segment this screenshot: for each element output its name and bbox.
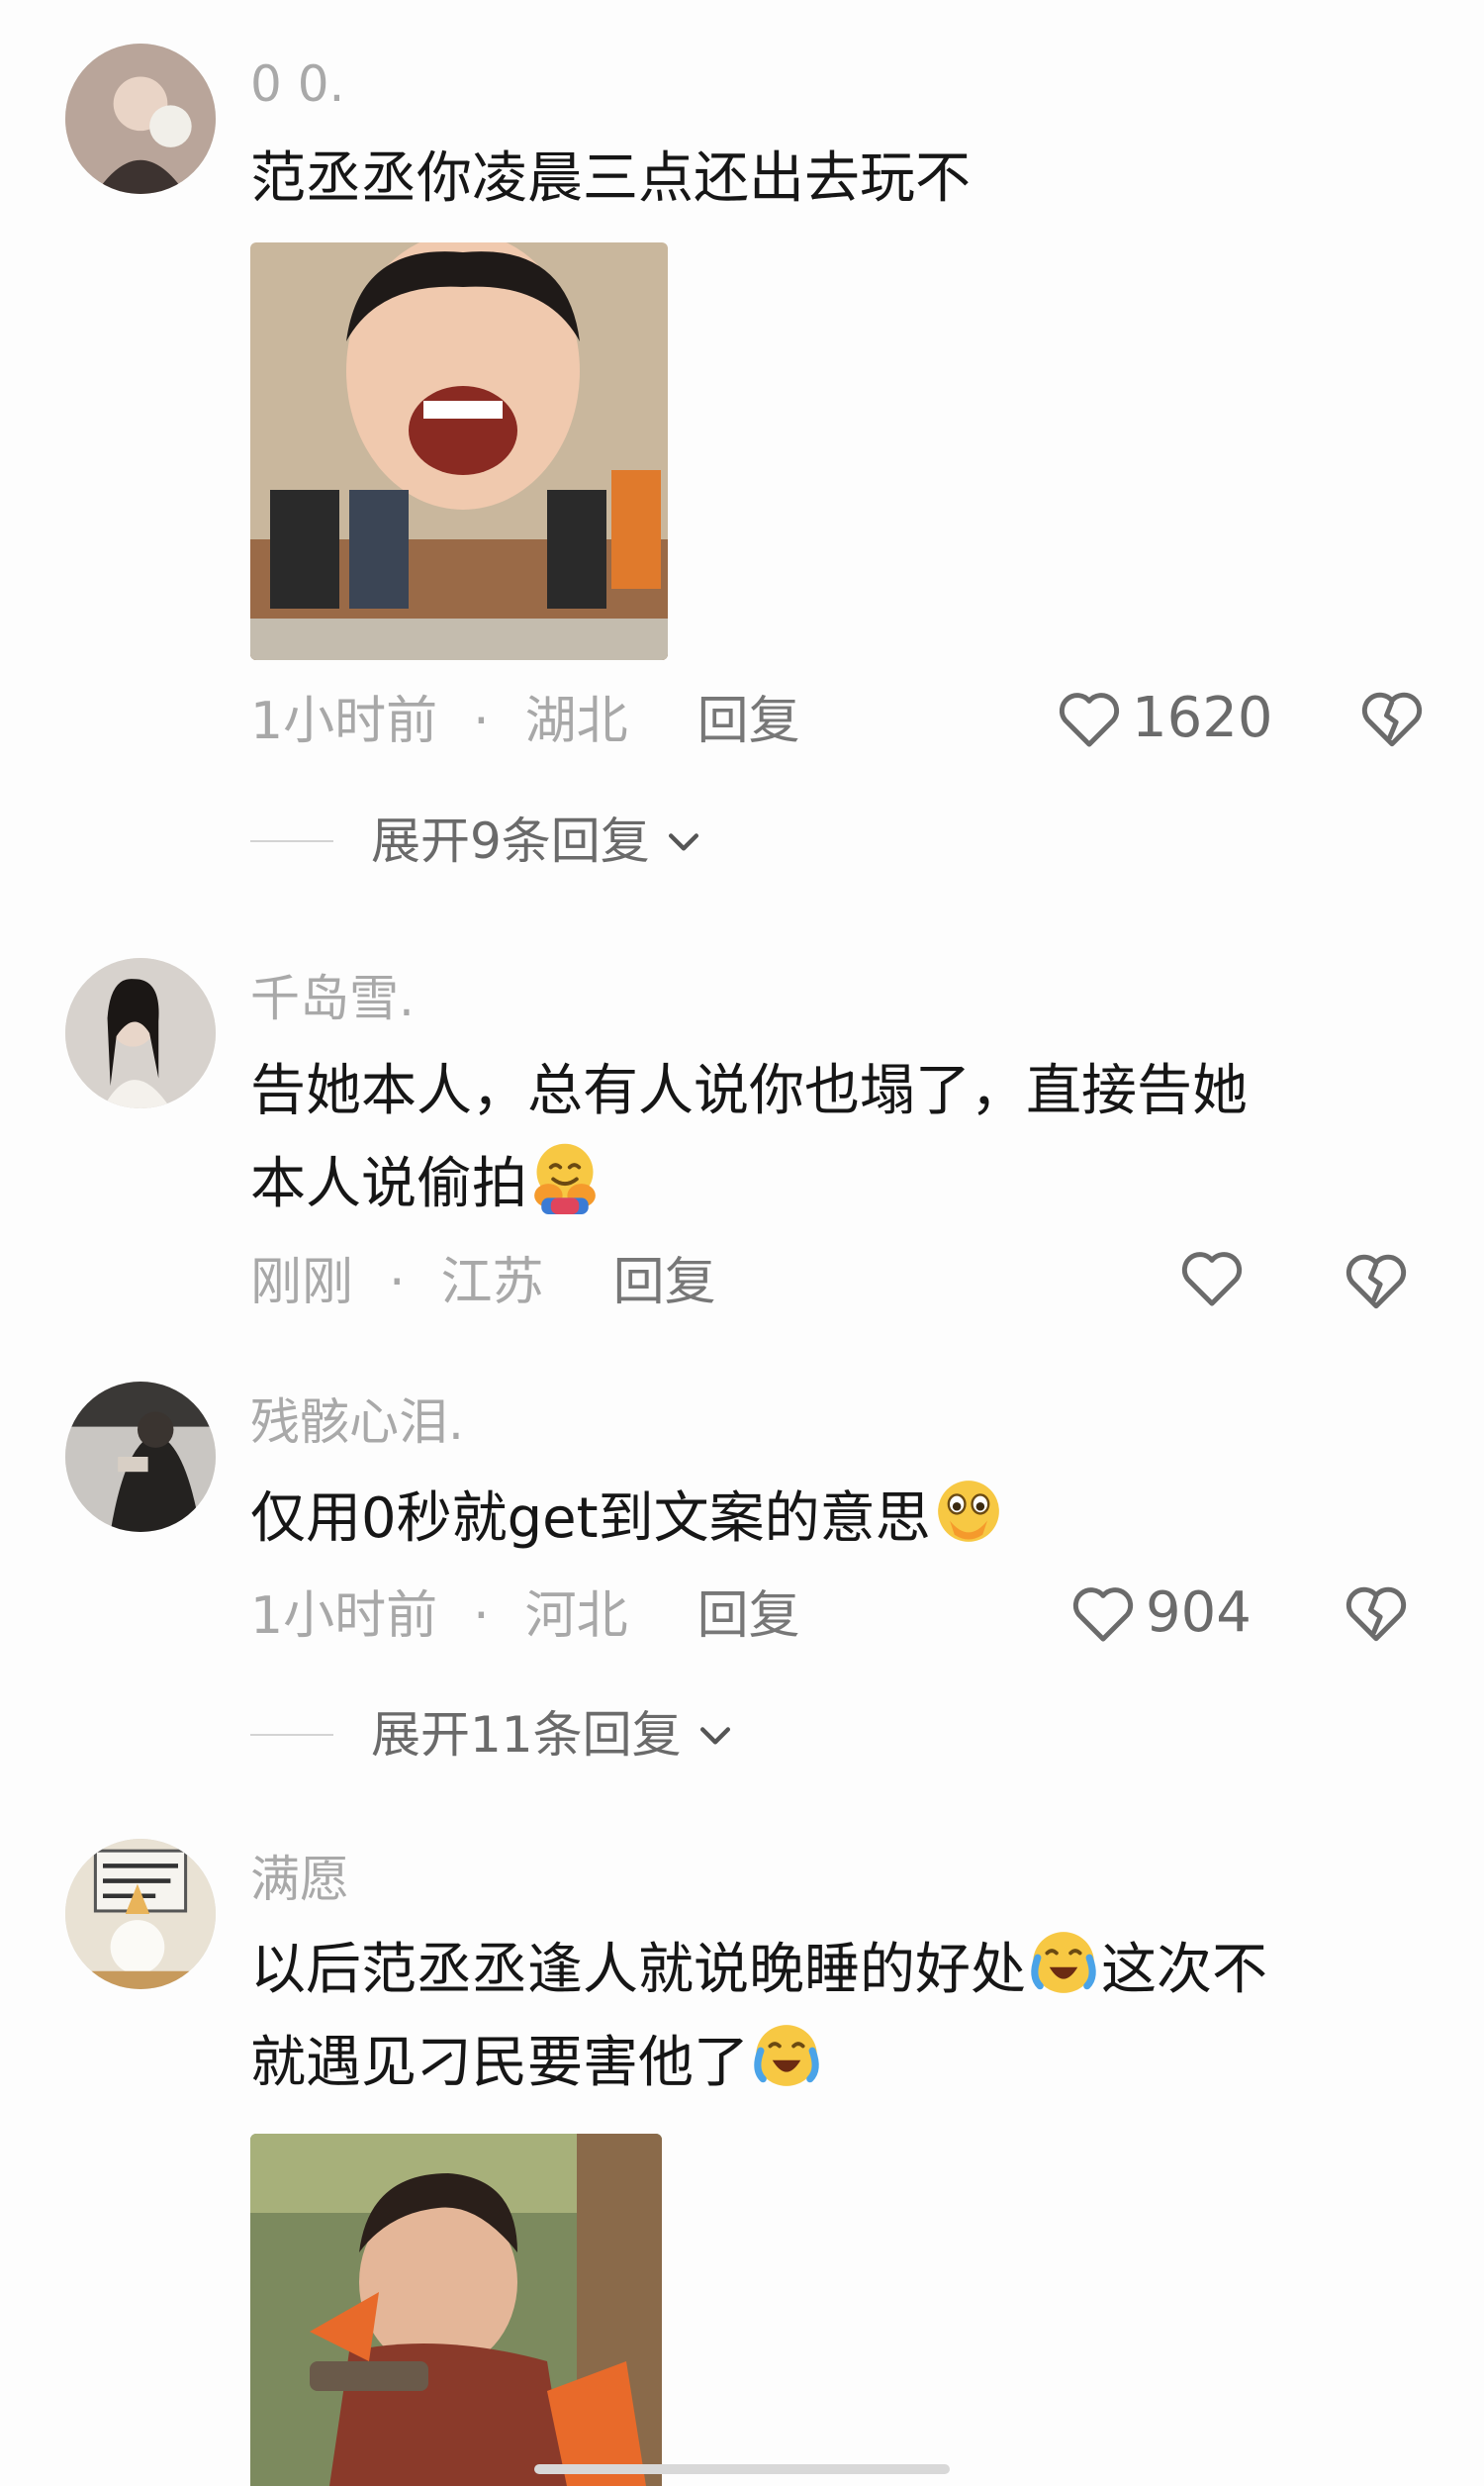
comment-location: 河北 <box>524 1586 628 1646</box>
expand-replies-label: 展开9条回复 <box>371 813 650 870</box>
comment-text: 范丞丞你凌晨三点还出去玩不 <box>250 146 971 211</box>
comment-text-part: 以后范丞丞逢人就说晚睡的好处 <box>250 1938 1026 2002</box>
comment-image[interactable] <box>250 242 668 660</box>
comment-time: 1小时前 <box>250 692 438 751</box>
comment-meta: 1小时前 · 湖北 回复 <box>250 696 800 747</box>
reply-button[interactable]: 回复 <box>613 1253 716 1312</box>
crying-laughing-icon <box>749 2018 824 2093</box>
avatar[interactable] <box>65 44 216 194</box>
heart-outline-icon <box>1059 692 1120 747</box>
heart-outline-icon <box>1072 1586 1134 1642</box>
avatar[interactable] <box>65 1839 216 1989</box>
home-indicator[interactable] <box>534 2464 950 2474</box>
comment-image[interactable] <box>250 2134 662 2486</box>
comment-text: 以后范丞丞逢人就说晚睡的好处 这次不 就遇见刁民要害他了 <box>250 1924 1418 2110</box>
divider-line <box>250 1734 333 1736</box>
comment-location: 湖北 <box>524 692 628 751</box>
avatar[interactable] <box>65 958 216 1108</box>
comment-time: 1小时前 <box>250 1586 438 1646</box>
crying-laughing-icon <box>1026 1925 1101 2000</box>
reply-button[interactable]: 回复 <box>697 1586 800 1646</box>
like-button[interactable]: 904 <box>1070 1580 1252 1645</box>
like-button[interactable]: 1620 <box>1057 686 1273 750</box>
like-count: 1620 <box>1132 686 1273 750</box>
username[interactable]: 0 0. <box>250 59 344 109</box>
expand-replies-button[interactable]: 展开9条回复 <box>250 816 705 866</box>
expand-replies-label: 展开11条回复 <box>371 1706 682 1764</box>
avatar[interactable] <box>65 1382 216 1532</box>
username[interactable]: 千岛雪. <box>250 974 415 1023</box>
separator-dot: · <box>389 1253 406 1312</box>
like-count: 904 <box>1146 1580 1252 1645</box>
dislike-button[interactable] <box>1359 687 1425 752</box>
dislike-button[interactable] <box>1344 1249 1409 1314</box>
comment-text: 仅用0秒就get到文案的意思 <box>250 1473 1418 1566</box>
comment-text-line: 仅用0秒就get到文案的意思 <box>250 1486 931 1551</box>
comment-text-line: 本人说偷拍 <box>250 1138 1418 1231</box>
comment-meta: 刚刚 · 江苏 回复 <box>250 1257 716 1308</box>
username[interactable]: 满愿 <box>250 1855 349 1904</box>
hugging-face-icon <box>527 1139 603 1214</box>
comment-text-part: 这次不 <box>1101 1938 1267 2002</box>
comment-text-line: 以后范丞丞逢人就说晚睡的好处 这次不 <box>250 1924 1418 2017</box>
heart-outline-icon <box>1181 1252 1243 1306</box>
separator-dot: · <box>473 1586 490 1646</box>
divider-line <box>250 840 333 842</box>
comment-text: 告她本人，总有人说你也塌了，直接告她 本人说偷拍 <box>250 1045 1418 1231</box>
dislike-button[interactable] <box>1344 1581 1409 1647</box>
comment-time: 刚刚 <box>250 1253 354 1312</box>
broken-heart-icon <box>1345 1586 1407 1642</box>
comment-meta: 1小时前 · 河北 回复 <box>250 1590 800 1642</box>
comment-text-line: 告她本人，总有人说你也塌了，直接告她 <box>250 1059 1248 1123</box>
reply-button[interactable]: 回复 <box>697 692 800 751</box>
comment-location: 江苏 <box>440 1253 544 1312</box>
comment-text-line-2: 本人说偷拍 <box>250 1152 527 1216</box>
like-button[interactable] <box>1179 1247 1254 1308</box>
chevron-down-icon <box>699 1727 730 1745</box>
comment-text-line: 就遇见刁民要害他了 <box>250 2017 1418 2110</box>
expand-replies-button[interactable]: 展开11条回复 <box>250 1710 737 1760</box>
username[interactable]: 残骸心泪. <box>250 1397 464 1447</box>
separator-dot: · <box>473 692 490 751</box>
broken-heart-icon <box>1361 692 1423 747</box>
comment-text-part: 就遇见刁民要害他了 <box>250 2031 749 2095</box>
chevron-down-icon <box>668 833 698 851</box>
holding-back-tears-icon <box>931 1474 1006 1549</box>
broken-heart-icon <box>1345 1254 1407 1309</box>
